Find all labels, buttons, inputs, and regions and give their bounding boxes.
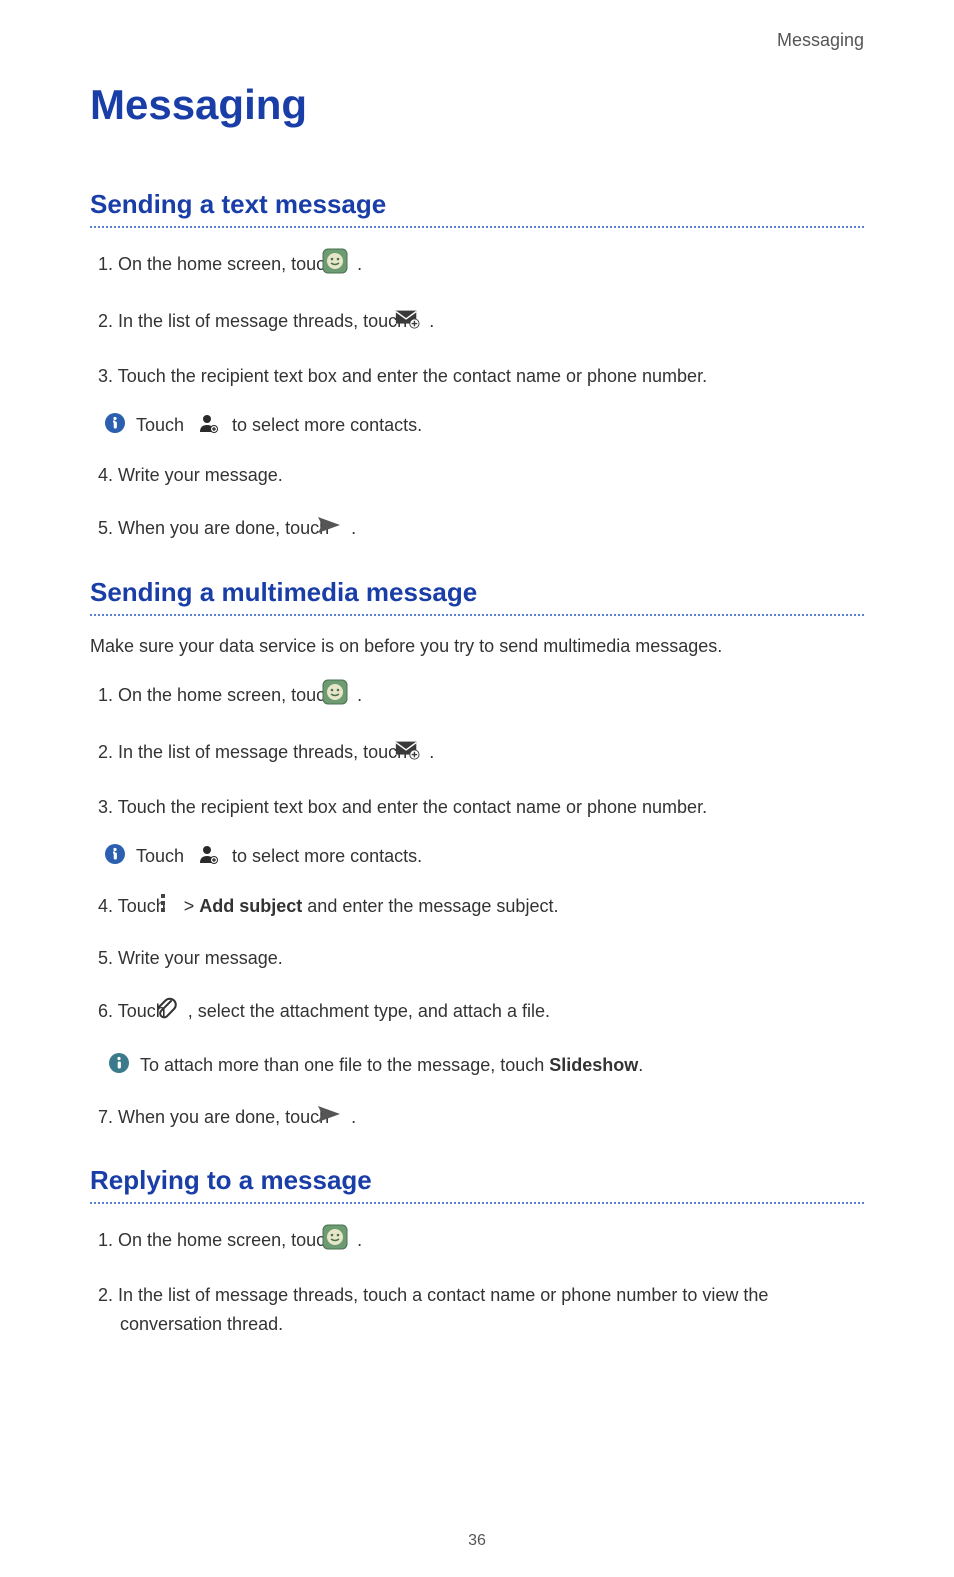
info-note: To attach more than one file to the mess…: [108, 1052, 864, 1079]
step-text: 1. On the home screen, touch: [98, 254, 340, 274]
compose-icon: [416, 305, 420, 340]
info-text: To attach more than one file to the mess…: [140, 1055, 549, 1075]
step-text: 5. When you are done, touch: [98, 518, 334, 538]
info-text: Touch: [136, 846, 184, 867]
page-title: Messaging: [90, 81, 864, 129]
info-text: Touch: [136, 415, 184, 436]
info-icon: [104, 843, 126, 870]
step-text: .: [357, 685, 362, 705]
step-text: 1. On the home screen, touch: [98, 685, 340, 705]
step-2: 2. In the list of message threads, touch…: [90, 305, 864, 340]
add-contact-icon: [198, 844, 218, 869]
step-text: .: [351, 518, 356, 538]
step-3: 3. Touch the recipient text box and ente…: [90, 362, 864, 391]
step-text: 1. On the home screen, touch: [98, 1231, 340, 1251]
step-text: >: [184, 896, 200, 916]
messaging-icon: [344, 679, 348, 714]
step-text: 2. In the list of message threads, touch: [98, 311, 412, 331]
step-text: .: [429, 311, 434, 331]
step-text: .: [429, 742, 434, 762]
step-text: 2. In the list of message threads, touch: [98, 742, 412, 762]
info-text: to select more contacts.: [232, 415, 422, 436]
step-3: 3. Touch the recipient text box and ente…: [90, 793, 864, 822]
step-5: 5. Write your message.: [90, 944, 864, 973]
step-text: , select the attachment type, and attach…: [188, 1001, 550, 1021]
add-contact-icon: [198, 413, 218, 438]
step-text: .: [357, 254, 362, 274]
info-text: to select more contacts.: [232, 846, 422, 867]
send-icon: [338, 1101, 342, 1136]
page-number: 36: [0, 1532, 954, 1550]
step-text: .: [357, 1231, 362, 1251]
step-text: .: [351, 1107, 356, 1127]
step-5: 5. When you are done, touch .: [90, 512, 864, 547]
divider: [90, 614, 864, 616]
step-1: 1. On the home screen, touch .: [90, 248, 864, 283]
info-icon: [104, 412, 126, 439]
step-7: 7. When you are done, touch .: [90, 1101, 864, 1136]
send-icon: [338, 512, 342, 547]
document-page: Messaging Messaging Sending a text messa…: [0, 0, 954, 1570]
step-6: 6. Touch , select the attachment type, a…: [90, 995, 864, 1030]
step-1: 1. On the home screen, touch .: [90, 1224, 864, 1259]
info-note: Touch to select more contacts.: [104, 843, 864, 870]
section-title-sending-multimedia: Sending a multimedia message: [90, 577, 864, 608]
slideshow-label: Slideshow: [549, 1055, 638, 1075]
step-4: 4. Touch > Add subject and enter the mes…: [90, 892, 864, 922]
header-label: Messaging: [90, 30, 864, 51]
step-1: 1. On the home screen, touch .: [90, 679, 864, 714]
compose-icon: [416, 736, 420, 771]
info-icon: [108, 1052, 130, 1079]
divider: [90, 1202, 864, 1204]
step-text: 7. When you are done, touch: [98, 1107, 334, 1127]
section-intro: Make sure your data service is on before…: [90, 636, 864, 657]
section-title-sending-text: Sending a text message: [90, 189, 864, 220]
info-text: .: [638, 1055, 643, 1075]
section-title-replying: Replying to a message: [90, 1165, 864, 1196]
step-text: and enter the message subject.: [307, 896, 558, 916]
step-4: 4. Write your message.: [90, 461, 864, 490]
messaging-icon: [344, 248, 348, 283]
add-subject-label: Add subject: [199, 896, 302, 916]
divider: [90, 226, 864, 228]
step-2: 2. In the list of message threads, touch…: [90, 1281, 864, 1339]
attachment-icon: [175, 995, 179, 1030]
info-note: Touch to select more contacts.: [104, 412, 864, 439]
step-2: 2. In the list of message threads, touch…: [90, 736, 864, 771]
messaging-icon: [344, 1224, 348, 1259]
